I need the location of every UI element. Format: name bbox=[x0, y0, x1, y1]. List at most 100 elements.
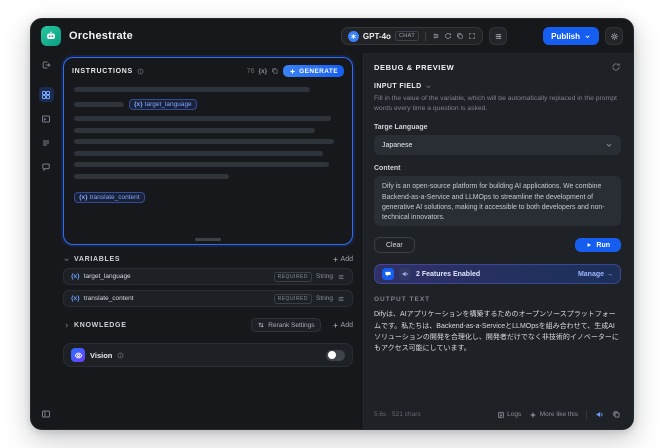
left-icon-rail bbox=[31, 53, 61, 429]
run-button[interactable]: Run bbox=[575, 238, 621, 253]
manage-features-button[interactable]: Manage → bbox=[578, 271, 613, 278]
skeleton-line bbox=[74, 139, 334, 144]
insert-variable-icon[interactable]: {x} bbox=[258, 68, 267, 75]
prompt-editor[interactable]: {x} target_language {x} translate_content bbox=[64, 81, 352, 244]
variable-chip-target-language[interactable]: {x} target_language bbox=[129, 98, 197, 110]
logs-label: Logs bbox=[507, 411, 522, 418]
copy-icon[interactable] bbox=[456, 32, 464, 40]
scrollbar[interactable] bbox=[195, 238, 221, 241]
model-selector[interactable]: GPT-4o CHAT bbox=[340, 27, 484, 45]
content-label: Content bbox=[374, 165, 401, 173]
features-enabled-bar[interactable]: 2 Features Enabled Manage → bbox=[374, 264, 621, 285]
vision-label: Vision bbox=[90, 350, 113, 360]
skeleton-line bbox=[74, 162, 329, 167]
sidebar-item-annotation[interactable] bbox=[39, 159, 54, 174]
add-label: Add bbox=[340, 256, 353, 263]
feature-moderation-icon bbox=[382, 268, 394, 281]
add-variable-button[interactable]: Add bbox=[332, 256, 353, 263]
rerank-label: Rerank Settings bbox=[268, 321, 315, 329]
restart-icon[interactable] bbox=[611, 62, 621, 72]
vision-toggle[interactable] bbox=[326, 349, 345, 361]
variable-name: translate_content bbox=[83, 295, 134, 302]
header-actions: Publish bbox=[543, 27, 623, 45]
target-language-select[interactable]: Japanese bbox=[374, 135, 621, 156]
plus-icon bbox=[332, 257, 338, 262]
add-knowledge-button[interactable]: Add bbox=[332, 322, 353, 329]
variable-row-translate-content[interactable]: {x} translate_content REQUIRED String bbox=[63, 290, 353, 307]
sparkle-icon bbox=[289, 68, 296, 74]
input-field-title: INPUT FIELD bbox=[374, 83, 422, 90]
chevron-right-icon[interactable] bbox=[63, 322, 70, 329]
model-config-button[interactable] bbox=[489, 27, 508, 45]
manage-label: Manage bbox=[577, 270, 604, 278]
features-count-label: 2 Features Enabled bbox=[416, 270, 481, 278]
chat-mode-badge: CHAT bbox=[394, 31, 420, 41]
info-icon bbox=[117, 352, 124, 359]
chevron-down-icon[interactable] bbox=[63, 256, 70, 263]
maximize-icon[interactable] bbox=[468, 32, 476, 40]
copy-icon[interactable] bbox=[271, 67, 279, 75]
instructions-header: INSTRUCTIONS 76 {x} GENERATE bbox=[64, 58, 352, 81]
logs-icon bbox=[497, 411, 504, 418]
app-logo-icon bbox=[41, 26, 61, 46]
sidebar-item-logs[interactable] bbox=[39, 135, 54, 150]
content-textarea[interactable]: Dify is an open-source platform for buil… bbox=[374, 176, 621, 227]
selected-value: Japanese bbox=[382, 141, 413, 149]
variable-name: target_language bbox=[144, 100, 192, 108]
copy-output-icon[interactable] bbox=[612, 410, 621, 419]
clear-button[interactable]: Clear bbox=[374, 237, 415, 254]
sidebar-item-orchestrate[interactable] bbox=[38, 87, 54, 102]
run-label: Run bbox=[596, 241, 610, 249]
top-bar: Orchestrate GPT-4o CHAT Publish bbox=[31, 19, 633, 53]
rerank-settings-button[interactable]: Rerank Settings bbox=[251, 318, 321, 332]
output-text-title: OUTPUT TEXT bbox=[374, 296, 431, 304]
variables-title: VARIABLES bbox=[74, 256, 121, 263]
publish-label: Publish bbox=[551, 31, 580, 41]
sort-arrows-icon bbox=[258, 322, 264, 328]
back-icon[interactable] bbox=[39, 57, 54, 72]
variable-settings-icon[interactable] bbox=[337, 295, 345, 303]
logs-button[interactable]: Logs bbox=[497, 411, 522, 419]
page-title: Orchestrate bbox=[69, 30, 133, 42]
debug-title: DEBUG & PREVIEW bbox=[374, 62, 455, 72]
required-badge: REQUIRED bbox=[273, 293, 313, 304]
target-language-label: Targe Language bbox=[374, 124, 428, 132]
chevron-down-icon bbox=[606, 144, 612, 148]
eye-icon bbox=[71, 348, 85, 362]
debug-preview-panel: DEBUG & PREVIEW INPUT FIELD Fill in the … bbox=[361, 53, 633, 429]
sliders-icon[interactable] bbox=[432, 32, 440, 40]
divider bbox=[586, 410, 587, 419]
variable-type: String bbox=[316, 295, 333, 302]
text-to-speech-icon[interactable] bbox=[595, 410, 604, 419]
publish-button[interactable]: Publish bbox=[543, 27, 599, 45]
generate-button[interactable]: GENERATE bbox=[283, 65, 344, 77]
info-icon bbox=[137, 68, 144, 75]
variable-row-target-language[interactable]: {x} target_language REQUIRED String bbox=[63, 268, 353, 285]
chevron-down-icon[interactable] bbox=[425, 83, 432, 90]
generate-label: GENERATE bbox=[299, 67, 338, 75]
input-field-description: Fill in the value of the variable, which… bbox=[374, 95, 617, 113]
skeleton-line bbox=[74, 116, 332, 121]
collapse-panel-icon[interactable] bbox=[39, 406, 54, 421]
plus-icon bbox=[332, 322, 338, 328]
clear-label: Clear bbox=[386, 241, 403, 249]
refresh-icon[interactable] bbox=[444, 32, 452, 40]
chevron-down-icon bbox=[585, 35, 590, 38]
sidebar-item-prompt[interactable] bbox=[39, 111, 54, 126]
variable-token: {x} bbox=[134, 100, 143, 108]
instructions-title: INSTRUCTIONS bbox=[72, 67, 133, 75]
variable-settings-icon[interactable] bbox=[337, 273, 345, 281]
divider bbox=[425, 31, 427, 41]
variable-chip-translate-content[interactable]: {x} translate_content bbox=[74, 191, 145, 203]
variable-token: {x} bbox=[71, 273, 80, 280]
play-icon bbox=[587, 243, 592, 248]
variable-name: translate_content bbox=[89, 193, 140, 201]
char-count: 76 bbox=[246, 67, 255, 75]
knowledge-section: KNOWLEDGE Rerank Settings Add bbox=[63, 318, 353, 332]
add-label: Add bbox=[340, 321, 353, 329]
variables-section: VARIABLES Add {x} target_language REQUIR… bbox=[63, 256, 353, 307]
skeleton-line bbox=[74, 150, 324, 156]
instructions-card[interactable]: INSTRUCTIONS 76 {x} GENERATE {x} target_… bbox=[63, 57, 353, 245]
settings-gear-button[interactable] bbox=[605, 27, 623, 45]
more-like-this-button[interactable]: More like this bbox=[529, 411, 578, 419]
